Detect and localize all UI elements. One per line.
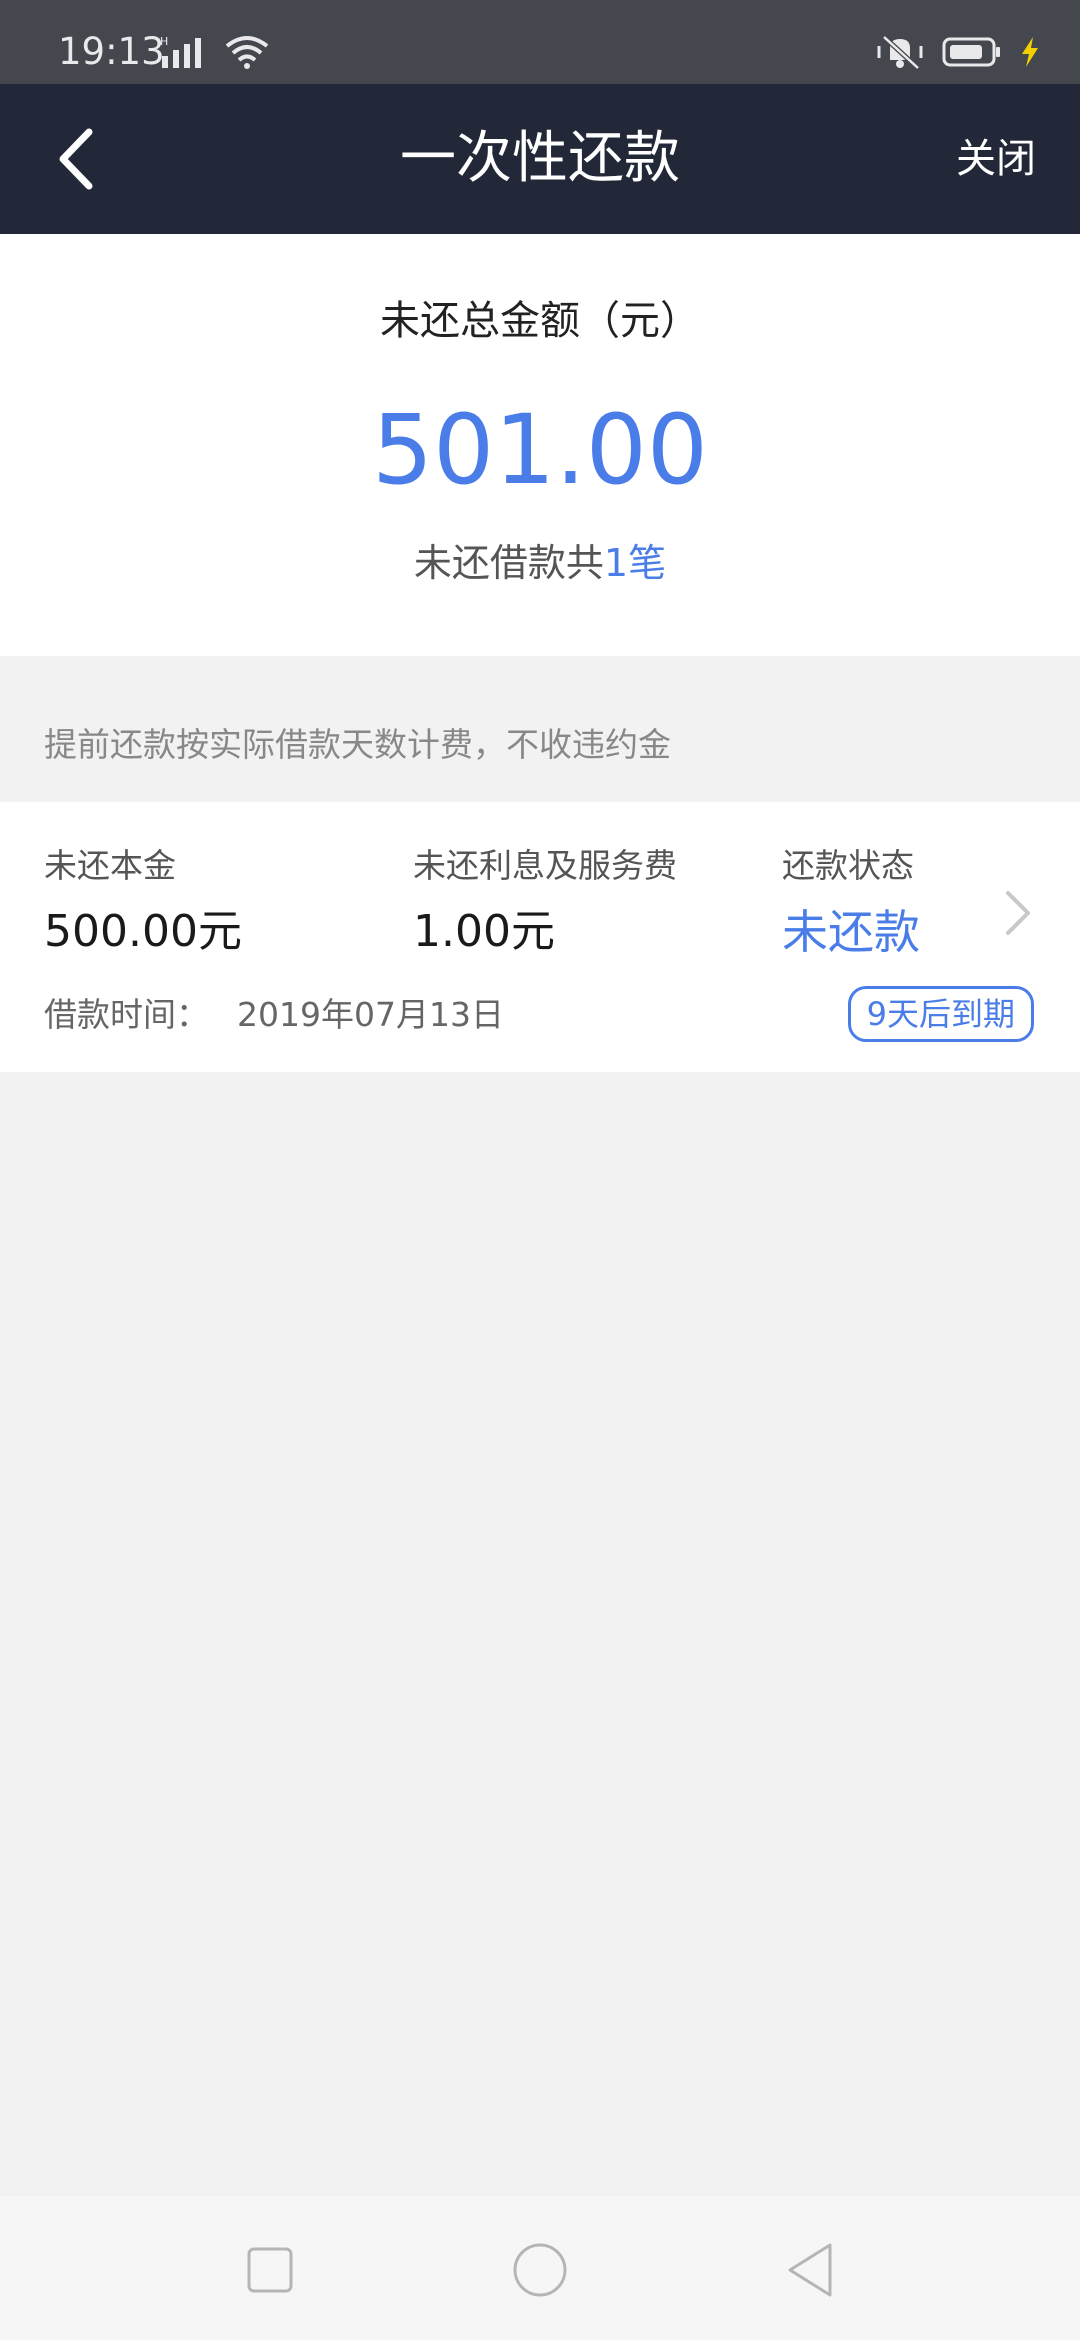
charging-icon — [1022, 37, 1038, 67]
nav-bar: 一次性还款 关闭 — [0, 84, 1080, 234]
status-left-icons: H — [160, 34, 270, 70]
chevron-right-icon[interactable] — [1000, 888, 1036, 938]
early-repayment-notice: 提前还款按实际借款天数计费，不收违约金 — [44, 725, 671, 764]
total-outstanding-amount: 501.00 — [372, 394, 708, 506]
close-button[interactable]: 关闭 — [956, 132, 1036, 186]
signal-icon: H — [160, 35, 201, 68]
status-bar: 19:13 H — [0, 0, 1080, 84]
loan-count-prefix: 未还借款共 — [413, 541, 604, 585]
loan-date: 借款时间： 2019年07月13日 — [44, 992, 504, 1038]
loan-date-label: 借款时间： — [44, 995, 209, 1034]
status-time: 19:13 — [58, 30, 165, 73]
loan-date-value: 2019年07月13日 — [237, 995, 504, 1034]
status-value: 未还款 — [782, 905, 920, 959]
interest-value: 1.00元 — [413, 906, 555, 957]
system-nav-bar — [0, 2196, 1080, 2340]
system-back-button[interactable] — [780, 2240, 840, 2300]
recent-apps-button[interactable] — [240, 2240, 300, 2300]
page-title: 一次性还款 — [400, 126, 680, 191]
battery-icon — [942, 37, 1000, 67]
total-outstanding-label: 未还总金额（元） — [380, 298, 700, 344]
principal-label: 未还本金 — [44, 846, 176, 885]
outstanding-loan-count: 未还借款共1笔 — [0, 538, 1080, 588]
principal-column: 未还本金 500.00元 — [44, 844, 242, 960]
repayment-summary: 未还总金额（元） 501.00 未还借款共1笔 — [0, 234, 1080, 656]
svg-text:H: H — [160, 35, 168, 48]
interest-label: 未还利息及服务费 — [413, 846, 677, 885]
status-label: 还款状态 — [782, 846, 914, 885]
due-badge: 9天后到期 — [847, 986, 1034, 1042]
loan-item[interactable]: 未还本金 500.00元 未还利息及服务费 1.00元 还款状态 未还款 借款时… — [0, 802, 1080, 1072]
loan-count-suffix: 笔 — [628, 541, 667, 585]
home-button[interactable] — [510, 2240, 570, 2300]
wifi-icon — [225, 36, 269, 69]
principal-value: 500.00元 — [44, 906, 242, 957]
status-right-icons — [876, 34, 1040, 70]
status-column: 还款状态 未还款 — [782, 844, 920, 960]
loan-count-number: 1 — [603, 541, 629, 585]
interest-column: 未还利息及服务费 1.00元 — [413, 844, 677, 960]
vibrate-mute-icon — [877, 35, 923, 70]
